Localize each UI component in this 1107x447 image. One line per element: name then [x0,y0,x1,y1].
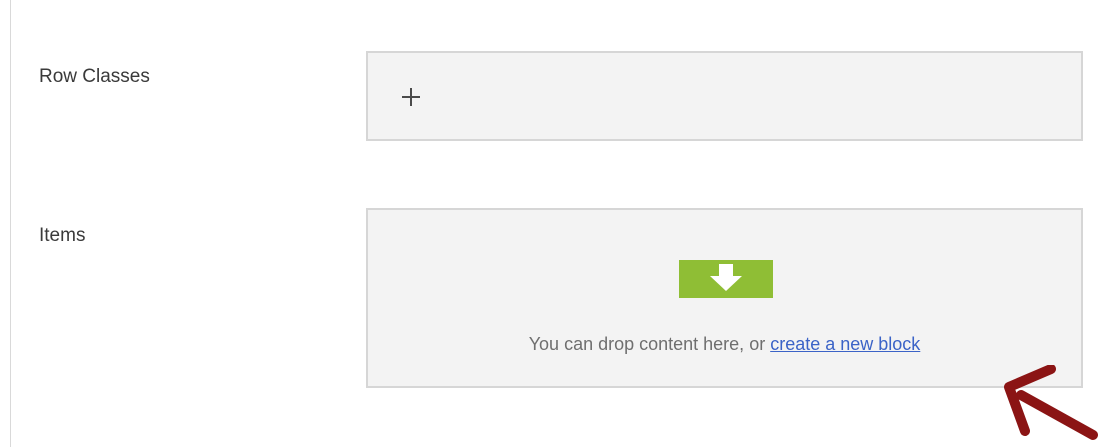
create-new-block-link[interactable]: create a new block [770,334,920,354]
drop-hint: You can drop content here, or create a n… [368,334,1081,355]
red-arrow-icon [995,364,1107,447]
add-row-class-button[interactable] [398,84,424,110]
row-classes-field [366,51,1083,141]
items-label: Items [39,225,86,246]
page: Row Classes Items You can drop content h… [0,0,1107,447]
drop-hint-text: You can drop content here, or [528,334,771,354]
items-drop-zone[interactable]: You can drop content here, or create a n… [366,208,1083,388]
download-arrow-icon [679,260,773,298]
left-divider [10,0,11,447]
row-classes-label: Row Classes [39,66,150,87]
